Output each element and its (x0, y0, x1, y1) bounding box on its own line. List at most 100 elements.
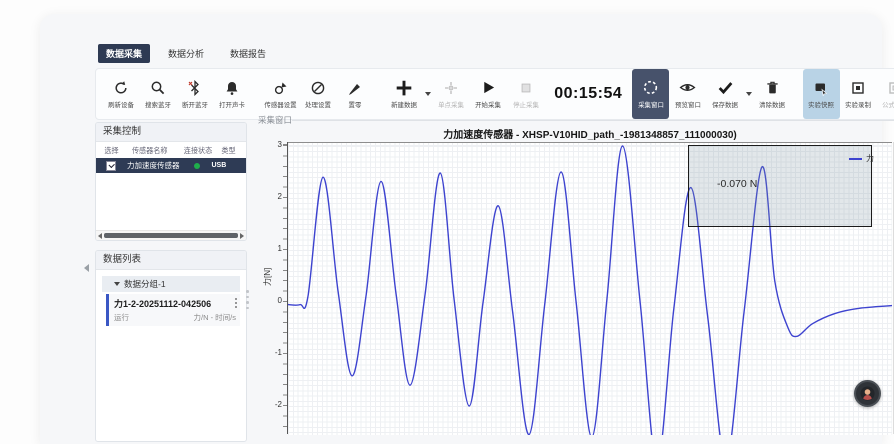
add-data-icon (395, 79, 413, 97)
toolbar-label: 实验录制 (845, 100, 871, 109)
hscroll-thumb[interactable] (104, 233, 238, 238)
preview-window-button[interactable]: 预览窗口 (669, 69, 706, 119)
new-data-button[interactable]: 新建数据 (386, 69, 423, 119)
open-sound-card-button[interactable]: 打开声卡 (213, 69, 250, 119)
data-item[interactable]: 力1-2-20251112-042506 运行 力/N - 时间/s (106, 294, 240, 326)
panel-splitter-handle[interactable] (246, 290, 249, 312)
single-point-icon (443, 79, 459, 97)
toolbar-label: 清除数据 (759, 100, 785, 109)
sensor-checkbox[interactable] (106, 161, 116, 171)
col-connect-status: 连接状态 (183, 145, 212, 155)
toolbar-label: 刷新设备 (108, 100, 134, 109)
data-group-row[interactable]: 数据分组-1 (102, 276, 240, 292)
sensor-settings-icon (273, 79, 289, 97)
clear-data-button[interactable]: 清除数据 (754, 69, 791, 119)
toolbar-label: 公式计算 (883, 100, 894, 109)
sensor-row[interactable]: 力加速度传感器 USB (96, 158, 246, 173)
data-item-status: 运行 (114, 312, 129, 323)
groupbox-line (292, 120, 894, 121)
sensor-name: 力加速度传感器 (127, 160, 180, 171)
capture-window-icon (642, 79, 659, 97)
start-capture-icon (481, 79, 496, 97)
formula-icon (887, 79, 894, 97)
collect-control-panel: 采集控制 选择 传感器名称 连接状态 类型 力加速度传感器 USB (95, 122, 247, 241)
save-data-icon (717, 79, 734, 97)
refresh-icon (113, 79, 129, 97)
data-list-panel: 数据列表 数据分组-1 力1-2-20251112-042506 运行 力/N … (95, 250, 247, 442)
collect-control-title: 采集控制 (96, 123, 246, 142)
zero-set-button[interactable]: 置零 (337, 69, 374, 119)
toolbar-label: 预览窗口 (675, 100, 701, 109)
sensor-table-header: 选择 传感器名称 连接状态 类型 (96, 142, 246, 158)
toolbar-label: 保存数据 (712, 100, 738, 109)
toolbar-label: 实验快照 (808, 100, 834, 109)
toolbar-label: 停止采集 (513, 100, 539, 109)
preview-window-icon (679, 79, 696, 97)
data-item-axes: 力/N - 时间/s (194, 312, 237, 323)
main-tab-bar: 数据采集 数据分析 数据报告 (98, 44, 274, 63)
stop-capture-button[interactable]: 停止采集 (507, 69, 544, 119)
sensor-settings-button[interactable]: 传感器设置 (262, 69, 299, 119)
chart-title: 力加速度传感器 - XHSP-V10HID_path_-1981348857_1… (288, 126, 892, 141)
selection-region-box[interactable]: -0.070 N (688, 145, 872, 227)
scroll-right-arrow-icon[interactable] (240, 233, 244, 239)
toolbar-label: 置零 (349, 100, 362, 109)
col-type: 类型 (221, 145, 235, 155)
legend-line-swatch (849, 158, 862, 160)
toolbar-label: 处理设置 (305, 100, 331, 109)
single-point-capture-button[interactable]: 单点采集 (433, 69, 470, 119)
capture-window-groupbox-label: 采集窗口 (258, 114, 292, 126)
app-window: 数据采集 数据分析 数据报告 刷新设备 搜索蓝牙 断开蓝牙 打开声卡 传感器设置… (40, 14, 882, 444)
start-capture-button[interactable]: 开始采集 (470, 69, 507, 119)
sound-card-icon (224, 79, 240, 97)
group-expand-caret-icon (114, 282, 120, 286)
refresh-device-button[interactable]: 刷新设备 (102, 69, 139, 119)
scroll-left-arrow-icon[interactable] (98, 233, 102, 239)
new-data-dropdown-caret[interactable] (425, 92, 431, 96)
data-item-title: 力1-2-20251112-042506 (114, 297, 236, 310)
sidebar-collapse-arrow-icon[interactable] (84, 264, 89, 272)
col-sensor-name: 传感器名称 (132, 145, 168, 155)
toolbar-label: 传感器设置 (265, 100, 297, 109)
snapshot-icon (813, 79, 829, 97)
selection-readout: -0.070 N (717, 178, 757, 190)
tab-data-capture[interactable]: 数据采集 (98, 44, 150, 63)
capture-window-button[interactable]: 采集窗口 (632, 69, 669, 119)
status-dot (194, 163, 200, 169)
col-select: 选择 (104, 145, 118, 155)
save-data-button[interactable]: 保存数据 (707, 69, 744, 119)
clear-data-icon (765, 79, 780, 97)
toolbar-label: 新建数据 (391, 100, 417, 109)
y-axis-label: 力[N] (262, 268, 273, 286)
experiment-record-button[interactable]: 实验录制 (840, 69, 877, 119)
stop-capture-icon (519, 79, 533, 97)
avatar-icon (860, 386, 875, 401)
toolbar-label: 开始采集 (476, 100, 502, 109)
capture-timer: 00:15:54 (554, 85, 622, 103)
save-data-dropdown-caret[interactable] (746, 92, 752, 96)
processing-settings-icon (310, 79, 326, 97)
bluetooth-disconnect-icon (187, 79, 203, 97)
chart-legend: 力 (849, 153, 874, 164)
search-bluetooth-button[interactable]: 搜索蓝牙 (139, 69, 176, 119)
record-icon (850, 79, 866, 97)
assistant-avatar-button[interactable] (854, 380, 881, 407)
toolbar-label: 断开蓝牙 (182, 100, 208, 109)
toolbar-label: 搜索蓝牙 (145, 100, 171, 109)
y-axis-ticks: 32 10 -1-2 (258, 142, 284, 434)
zero-pen-icon (347, 79, 363, 97)
processing-settings-button[interactable]: 处理设置 (300, 69, 337, 119)
toolbar: 刷新设备 搜索蓝牙 断开蓝牙 打开声卡 传感器设置 处理设置 置零 (95, 68, 894, 120)
sensor-type: USB (212, 162, 227, 169)
tab-data-analysis[interactable]: 数据分析 (160, 44, 212, 63)
data-list-title: 数据列表 (96, 251, 246, 270)
formula-calc-button[interactable]: 公式计算 (877, 69, 894, 119)
toolbar-label: 采集窗口 (638, 100, 664, 109)
experiment-snapshot-button[interactable]: 实验快照 (803, 69, 840, 119)
item-menu-icon[interactable] (235, 298, 238, 310)
sensor-table-hscrollbar[interactable] (96, 230, 246, 240)
search-icon (150, 79, 166, 97)
tab-data-report[interactable]: 数据报告 (222, 44, 274, 63)
disconnect-bluetooth-button[interactable]: 断开蓝牙 (176, 69, 213, 119)
chart-plot-area[interactable]: -0.070 N 力 (288, 142, 892, 435)
